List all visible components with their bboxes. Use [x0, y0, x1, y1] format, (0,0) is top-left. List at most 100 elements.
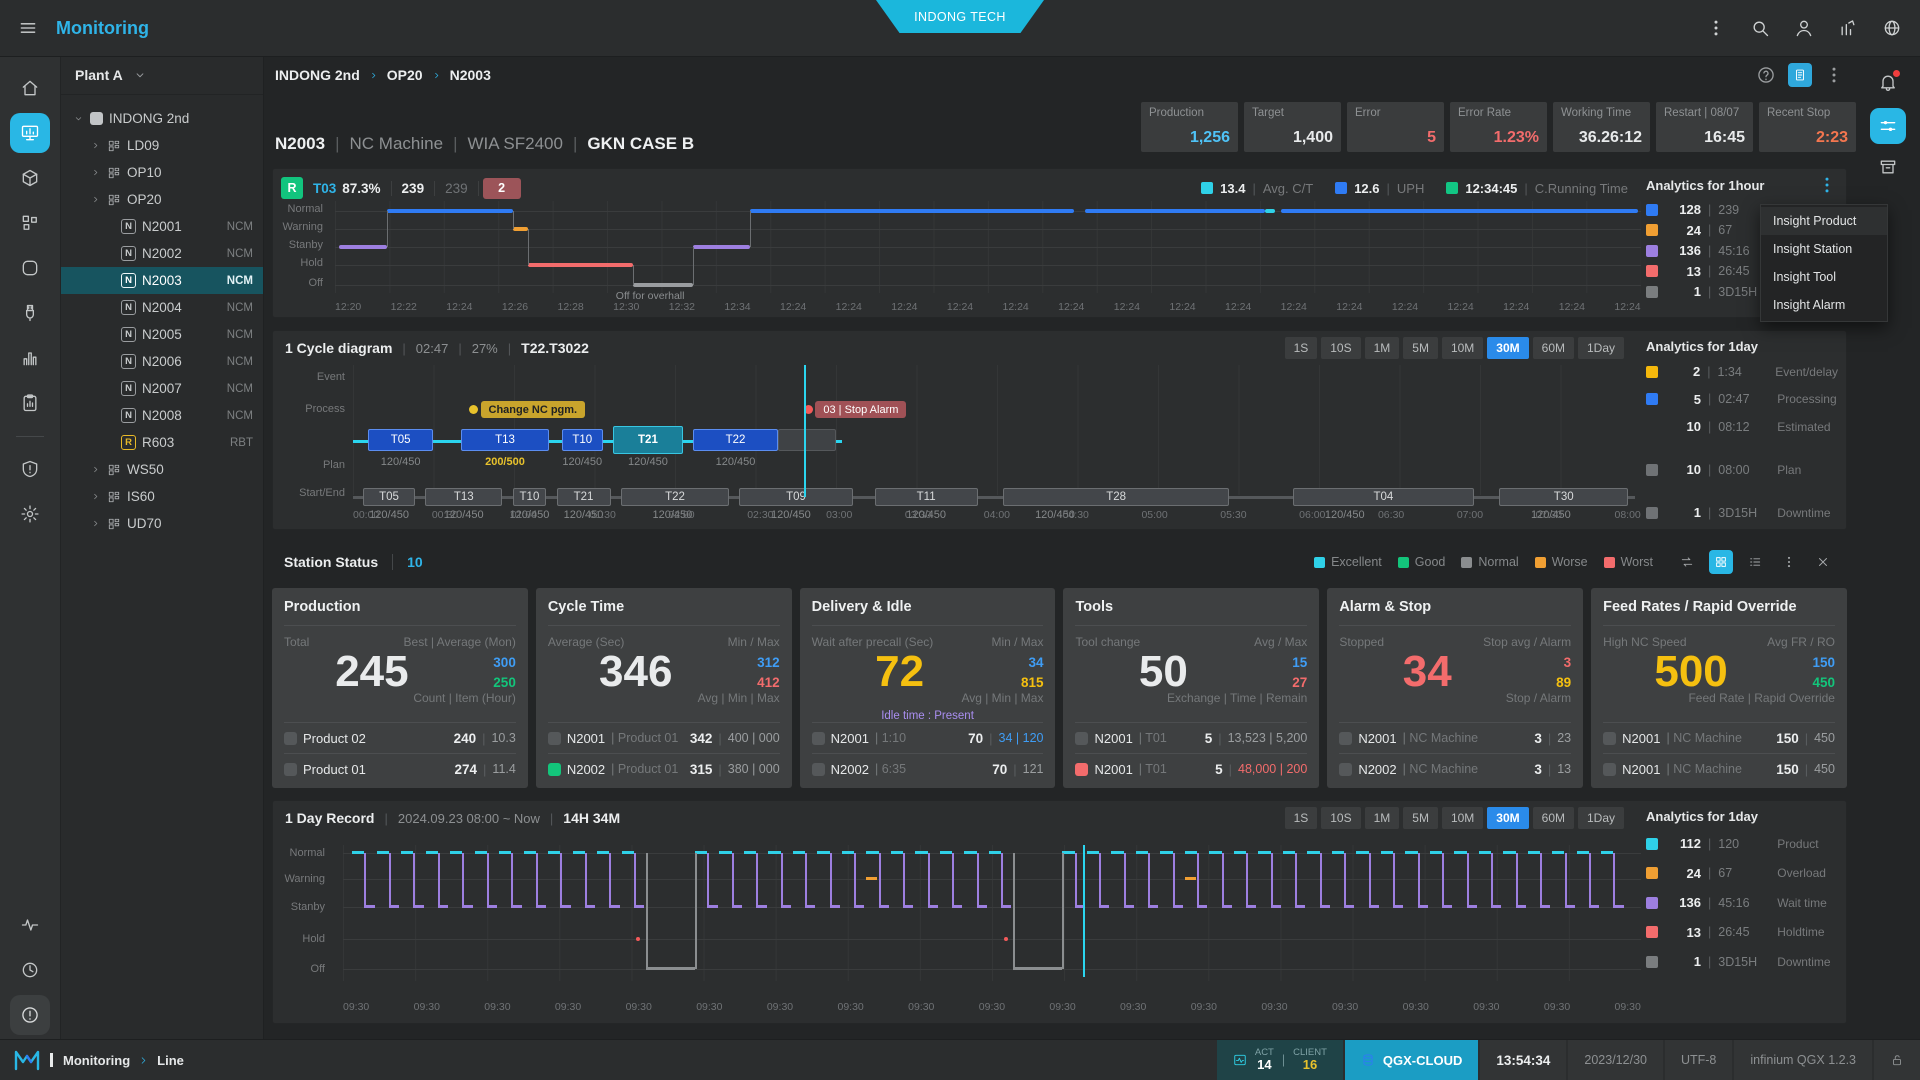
tree-item-op20[interactable]: OP20: [61, 186, 263, 213]
hour-analytics-title: Analytics for 1hour: [1646, 178, 1764, 193]
tree-item-n2002[interactable]: NN2002NCM: [61, 240, 263, 267]
archive-button[interactable]: [1878, 157, 1898, 177]
tool-efficiency: 87.3%: [342, 181, 380, 196]
plant-selector[interactable]: Plant A: [61, 56, 263, 95]
statusbar-page[interactable]: Line: [157, 1053, 184, 1068]
process-bar-t21[interactable]: T21: [613, 426, 683, 454]
tree-item-n2003[interactable]: NN2003NCM: [61, 267, 263, 294]
event-pill[interactable]: 03 | Stop Alarm: [815, 401, 906, 418]
rail-gear-button[interactable]: [10, 494, 50, 534]
cloud-status-button[interactable]: QGX-CLOUD: [1345, 1040, 1478, 1080]
range-button-30m[interactable]: 30M: [1487, 807, 1528, 829]
more-button[interactable]: [1777, 550, 1801, 574]
rail-pulse-button[interactable]: [10, 905, 50, 945]
process-bar-t22[interactable]: T22: [693, 429, 778, 451]
menu-item-insight-station[interactable]: Insight Station: [1761, 235, 1887, 263]
tree-item-r603[interactable]: RR603RBT: [61, 429, 263, 456]
tree-item-n2007[interactable]: NN2007NCM: [61, 375, 263, 402]
chevron-right-icon[interactable]: [90, 167, 101, 178]
report-view-button[interactable]: [1788, 63, 1812, 87]
language-icon[interactable]: [1882, 18, 1902, 38]
act-client-status[interactable]: ACT14 | CLIENT16: [1217, 1040, 1343, 1080]
day-range-buttons: 1S10S1M5M10M30M60M1Day: [1285, 807, 1624, 829]
notifications-button[interactable]: [1878, 72, 1898, 95]
machine-type-tag: NCM: [227, 329, 253, 341]
swap-button[interactable]: [1675, 550, 1699, 574]
more-icon[interactable]: [1824, 65, 1844, 85]
tree-item-ws50[interactable]: WS50: [61, 456, 263, 483]
breadcrumb-0[interactable]: INDONG 2nd: [275, 67, 360, 83]
help-icon[interactable]: [1756, 65, 1776, 85]
tree-item-n2008[interactable]: NN2008NCM: [61, 402, 263, 429]
chevron-right-icon[interactable]: [90, 464, 101, 475]
menu-item-insight-product[interactable]: Insight Product: [1761, 207, 1887, 235]
range-button-10m[interactable]: 10M: [1442, 337, 1483, 359]
rail-clock-button[interactable]: [10, 950, 50, 990]
rail-alert-button[interactable]: [10, 995, 50, 1035]
range-button-30m[interactable]: 30M: [1487, 337, 1528, 359]
range-button-1s[interactable]: 1S: [1285, 807, 1318, 829]
breadcrumb-2[interactable]: N2003: [450, 67, 491, 83]
tree-item-is60[interactable]: IS60: [61, 483, 263, 510]
day-time-cursor[interactable]: [1083, 845, 1085, 977]
menu-item-insight-alarm[interactable]: Insight Alarm: [1761, 291, 1887, 319]
rail-home-button[interactable]: [10, 68, 50, 108]
tree-item-n2001[interactable]: NN2001NCM: [61, 213, 263, 240]
hour-analytics-kebab-icon[interactable]: [1816, 174, 1838, 196]
range-button-1day[interactable]: 1Day: [1578, 807, 1624, 829]
range-button-1s[interactable]: 1S: [1285, 337, 1318, 359]
status-chip: [548, 763, 561, 776]
left-icon-rail: [0, 56, 61, 1040]
unlock-button[interactable]: [1874, 1040, 1920, 1080]
rail-clipboard-button[interactable]: [10, 383, 50, 423]
rail-cube-button[interactable]: [10, 158, 50, 198]
process-bar-t05[interactable]: T05: [368, 429, 432, 451]
act-value: 14: [1257, 1058, 1271, 1072]
breadcrumb-1[interactable]: OP20: [387, 67, 423, 83]
tree-item-op10[interactable]: OP10: [61, 159, 263, 186]
range-button-10s[interactable]: 10S: [1321, 337, 1360, 359]
tree-item-ld09[interactable]: LD09: [61, 132, 263, 159]
process-bar-t13[interactable]: T13: [461, 429, 549, 451]
rail-monitor-button[interactable]: [10, 113, 50, 153]
list-view-button[interactable]: [1743, 550, 1767, 574]
chevron-right-icon[interactable]: [90, 491, 101, 502]
close-button[interactable]: [1811, 550, 1835, 574]
process-bar-t10[interactable]: T10: [562, 429, 603, 451]
chevron-right-icon[interactable]: [90, 194, 101, 205]
rail-shield-button[interactable]: [10, 449, 50, 489]
rail-shape-button[interactable]: [10, 248, 50, 288]
time-cursor[interactable]: [804, 365, 806, 497]
hamburger-menu-icon[interactable]: [18, 18, 38, 38]
user-icon[interactable]: [1794, 18, 1814, 38]
search-icon[interactable]: [1750, 18, 1770, 38]
more-icon[interactable]: [1706, 18, 1726, 38]
range-button-1day[interactable]: 1Day: [1578, 337, 1624, 359]
rail-modules-button[interactable]: [10, 203, 50, 243]
tree-item-n2005[interactable]: NN2005NCM: [61, 321, 263, 348]
tree-item-indong-2nd[interactable]: INDONG 2nd: [61, 105, 263, 132]
panel-settings-button[interactable]: [1870, 108, 1906, 144]
grid-view-button[interactable]: [1709, 550, 1733, 574]
menu-item-insight-tool[interactable]: Insight Tool: [1761, 263, 1887, 291]
range-button-60m[interactable]: 60M: [1533, 807, 1574, 829]
range-button-60m[interactable]: 60M: [1533, 337, 1574, 359]
range-button-1m[interactable]: 1M: [1365, 337, 1400, 359]
range-button-10m[interactable]: 10M: [1442, 807, 1483, 829]
statusbar-app[interactable]: Monitoring: [63, 1053, 130, 1068]
tree-item-n2004[interactable]: NN2004NCM: [61, 294, 263, 321]
tree-item-ud70[interactable]: UD70: [61, 510, 263, 537]
tree-item-n2006[interactable]: NN2006NCM: [61, 348, 263, 375]
event-pill[interactable]: Change NC pgm.: [481, 401, 586, 418]
statistics-icon[interactable]: [1838, 18, 1858, 38]
range-button-1m[interactable]: 1M: [1365, 807, 1400, 829]
range-button-5m[interactable]: 5M: [1403, 337, 1438, 359]
range-button-5m[interactable]: 5M: [1403, 807, 1438, 829]
chevron-down-icon[interactable]: [73, 113, 84, 124]
cycle-title: 1 Cycle diagram: [285, 340, 392, 356]
rail-usb-button[interactable]: [10, 293, 50, 333]
chevron-right-icon[interactable]: [90, 518, 101, 529]
chevron-right-icon[interactable]: [90, 140, 101, 151]
range-button-10s[interactable]: 10S: [1321, 807, 1360, 829]
rail-barchart-button[interactable]: [10, 338, 50, 378]
